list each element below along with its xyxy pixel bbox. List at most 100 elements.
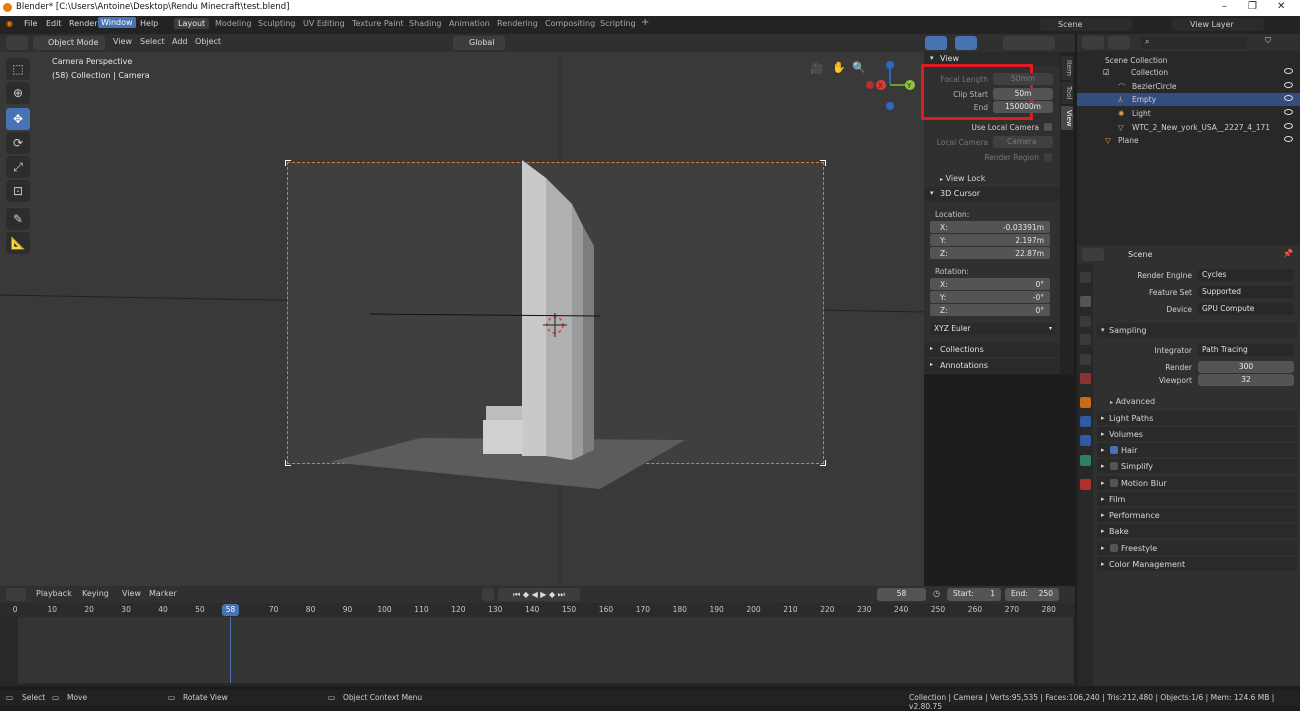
device-dropdown[interactable]: GPU Compute [1198, 303, 1294, 315]
light-paths-panel[interactable]: ▸ Light Paths [1097, 411, 1297, 425]
outliner-search-input[interactable]: ⌕ [1141, 36, 1247, 49]
timeline-body[interactable] [18, 617, 1073, 683]
outliner-item-wtc[interactable]: ▽ WTC_2_New_york_USA__2227_4_1718_tc [1077, 121, 1300, 134]
tab-view[interactable]: View [1061, 106, 1073, 130]
volumes-panel[interactable]: ▸ Volumes [1097, 427, 1297, 441]
sampling-panel-header[interactable]: ▾ Sampling [1097, 323, 1297, 337]
select-box-tool-icon[interactable]: ⬚ [6, 58, 30, 80]
freestyle-checkbox[interactable] [1110, 544, 1118, 552]
view-layer-tab-icon[interactable] [1080, 334, 1091, 345]
shading-mode-buttons[interactable] [1003, 36, 1055, 50]
outliner-item-collection[interactable]: ☑ Collection [1077, 66, 1300, 79]
end-frame-field[interactable]: End: 250 [1005, 588, 1059, 601]
constraints-tab-icon[interactable] [1080, 435, 1091, 446]
timeline-editor-type-icon[interactable] [6, 588, 26, 601]
view-layer-selector[interactable]: View Layer [1172, 18, 1264, 31]
feature-set-dropdown[interactable]: Supported [1198, 286, 1294, 298]
record-button[interactable] [482, 588, 494, 601]
view-lock-subpanel[interactable]: ▸ View Lock [940, 174, 985, 183]
visibility-eye-icon[interactable] [1284, 68, 1293, 74]
integrator-dropdown[interactable]: Path Tracing [1198, 344, 1294, 356]
render-region-checkbox[interactable] [1044, 153, 1052, 161]
hair-checkbox[interactable] [1110, 446, 1118, 454]
color-management-panel[interactable]: ▸ Color Management [1097, 557, 1297, 571]
rotation-mode-dropdown[interactable]: XYZ Euler ▾ [930, 323, 1056, 335]
cursor-location-x[interactable]: X: -0.03391m [930, 221, 1050, 233]
bake-panel[interactable]: ▸ Bake [1097, 524, 1297, 538]
timeline-view-menu[interactable]: View [122, 589, 141, 598]
transform-tool-icon[interactable]: ⊡ [6, 180, 30, 202]
film-panel[interactable]: ▸ Film [1097, 492, 1297, 506]
physics-tab-icon[interactable] [1080, 416, 1091, 427]
hair-panel[interactable]: ▸ Hair [1097, 443, 1297, 457]
scene-selector[interactable]: Scene [1040, 18, 1132, 31]
tab-tool[interactable]: Tool [1061, 82, 1073, 104]
start-frame-field[interactable]: Start: 1 [947, 588, 1001, 601]
outliner-item-beziercircle[interactable]: ⌒ BezierCircle [1077, 80, 1300, 93]
cursor-tool-icon[interactable]: ⊕ [6, 82, 30, 104]
simplify-panel[interactable]: ▸ Simplify [1097, 459, 1297, 473]
playhead-frame-indicator[interactable]: 58 [222, 604, 239, 616]
current-frame-field[interactable]: 58 [877, 588, 926, 601]
freestyle-panel[interactable]: ▸ Freestyle [1097, 541, 1297, 555]
display-mode-icon[interactable] [1108, 36, 1130, 49]
visibility-eye-icon[interactable] [1284, 123, 1293, 129]
move-tool-icon[interactable]: ✥ [6, 108, 30, 130]
outliner-item-light[interactable]: ✺ Light [1077, 107, 1300, 120]
outliner-editor-type-icon[interactable] [1082, 36, 1104, 49]
collections-panel-header[interactable]: ▸ Collections [924, 343, 1060, 357]
cursor-rotation-z[interactable]: Z: 0° [930, 304, 1050, 316]
playback-controls[interactable]: ⏮ ◆ ◀ ▶ ◆ ⏭ [498, 588, 580, 601]
visibility-eye-icon[interactable] [1284, 95, 1293, 101]
local-camera-field[interactable]: Camera [993, 136, 1053, 148]
visibility-eye-icon[interactable] [1284, 82, 1293, 88]
maximize-icon[interactable]: ❐ [1248, 1, 1257, 12]
tab-item[interactable]: Item [1061, 56, 1073, 80]
pin-icon[interactable]: 📌 [1283, 249, 1293, 258]
playback-menu[interactable]: Playback [36, 589, 72, 598]
cursor-rotation-x[interactable]: X: 0° [930, 278, 1050, 290]
advanced-subpanel[interactable]: ▸ Advanced [1110, 397, 1155, 406]
clock-icon[interactable]: ◷ [933, 589, 940, 598]
close-icon[interactable]: ✕ [1277, 1, 1285, 12]
motion-blur-panel[interactable]: ▸ Motion Blur [1097, 476, 1297, 490]
marker-menu[interactable]: Marker [149, 589, 177, 598]
clip-start-field[interactable]: 50m [993, 88, 1053, 100]
motion-blur-checkbox[interactable] [1110, 479, 1118, 487]
minimize-icon[interactable]: – [1222, 1, 1227, 12]
visibility-eye-icon[interactable] [1284, 136, 1293, 142]
texture-tab-icon[interactable] [1080, 479, 1091, 490]
annotate-tool-icon[interactable]: ✎ [6, 208, 30, 230]
simplify-checkbox[interactable] [1110, 462, 1118, 470]
object-tab-icon[interactable] [1080, 397, 1091, 408]
clip-end-field[interactable]: 150000m [993, 101, 1053, 113]
annotations-panel-header[interactable]: ▸ Annotations [924, 359, 1060, 373]
gizmo-toggle-button[interactable] [925, 36, 947, 50]
performance-panel[interactable]: ▸ Performance [1097, 508, 1297, 522]
keying-menu[interactable]: Keying [82, 589, 109, 598]
tool-tab-icon[interactable] [1080, 272, 1091, 283]
visibility-eye-icon[interactable] [1284, 109, 1293, 115]
output-tab-icon[interactable] [1080, 316, 1091, 327]
rotate-tool-icon[interactable]: ⟳ [6, 132, 30, 154]
cursor-location-y[interactable]: Y: 2.197m [930, 234, 1050, 246]
scene-tab-icon[interactable] [1080, 354, 1091, 365]
properties-editor-type-icon[interactable] [1082, 248, 1104, 261]
overlay-toggle-button[interactable] [955, 36, 977, 50]
scale-tool-icon[interactable]: ⤢ [6, 156, 30, 178]
outliner-item-empty[interactable]: ⅄ Empty [1077, 93, 1300, 106]
viewport-samples-field[interactable]: 32 [1198, 374, 1294, 386]
measure-tool-icon[interactable]: 📐 [6, 232, 30, 254]
data-tab-icon[interactable] [1080, 455, 1091, 466]
render-tab-icon[interactable] [1080, 296, 1091, 307]
use-local-camera-checkbox[interactable] [1044, 123, 1052, 131]
3d-cursor-panel-header[interactable]: ▾ 3D Cursor [924, 187, 1060, 201]
filter-icon[interactable]: ⛉ [1265, 36, 1271, 46]
focal-length-field[interactable]: 50mm [993, 73, 1053, 85]
cursor-location-z[interactable]: Z: 22.87m [930, 247, 1050, 259]
render-samples-field[interactable]: 300 [1198, 361, 1294, 373]
render-engine-dropdown[interactable]: Cycles [1198, 269, 1294, 281]
world-tab-icon[interactable] [1080, 373, 1091, 384]
cursor-rotation-y[interactable]: Y: -0° [930, 291, 1050, 303]
checkbox-icon[interactable]: ☑ [1103, 68, 1110, 77]
